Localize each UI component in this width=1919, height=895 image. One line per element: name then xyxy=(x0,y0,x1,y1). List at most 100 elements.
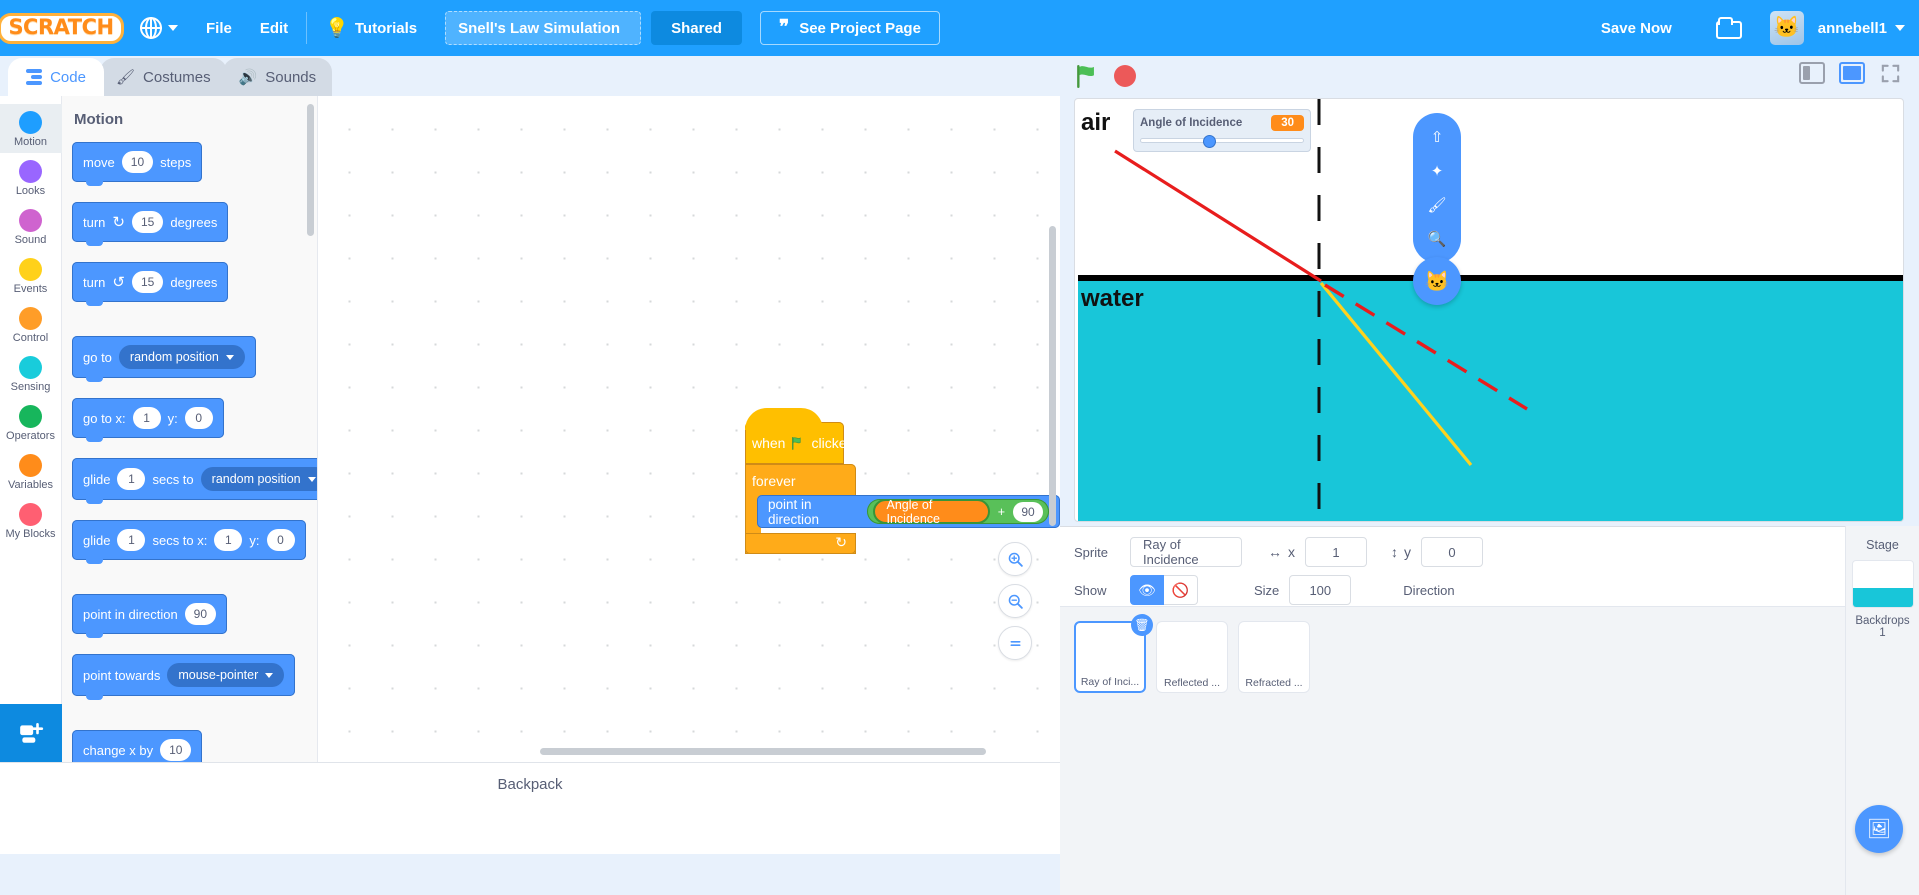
block-input[interactable]: 90 xyxy=(184,603,217,625)
workspace-vertical-scrollbar[interactable] xyxy=(1049,226,1056,526)
sprite-card-ray-of-incidence[interactable]: 🗑 Ray of Inci... xyxy=(1074,614,1153,693)
paintbrush-icon: 🖌 xyxy=(116,68,136,86)
small-stage-layout-icon[interactable] xyxy=(1799,62,1825,84)
menu-file[interactable]: File xyxy=(192,0,246,56)
palette-block-point-in-direction[interactable]: point in direction 90 xyxy=(72,594,228,638)
palette-block-change-x-by[interactable]: change x by 10 xyxy=(72,730,203,762)
eye-slash-icon[interactable]: 🚫 xyxy=(1164,575,1198,605)
palette-block-turn-left[interactable]: turn ↺ 15 degrees xyxy=(72,262,229,306)
tab-code[interactable]: Code xyxy=(8,58,104,96)
block-input[interactable]: 15 xyxy=(131,271,164,293)
zoom-reset-icon[interactable] xyxy=(998,626,1032,660)
operator-add-block[interactable]: Angle of Incidence + 90 xyxy=(867,498,1049,526)
block-category-list: Motion Looks Sound Events Control Sensin… xyxy=(0,96,62,762)
x-input[interactable]: 1 xyxy=(1305,537,1367,567)
palette-block-point-towards[interactable]: point towards mouse-pointer xyxy=(72,654,296,700)
stage-canvas[interactable]: air water Angle of Incidence 30 xyxy=(1074,98,1904,522)
palette-block-glide-to[interactable]: glide 1 secs to random position xyxy=(72,458,317,504)
script-block-point-in-direction[interactable]: point in direction Angle of Incidence + … xyxy=(757,495,1060,528)
paint-sprite-icon[interactable]: 🖌 xyxy=(1422,190,1452,220)
stage-thumbnail[interactable] xyxy=(1851,560,1914,608)
category-events[interactable]: Events xyxy=(0,251,62,300)
share-button[interactable]: Shared xyxy=(651,11,742,45)
add-extension-button[interactable] xyxy=(0,704,62,762)
palette-block-move[interactable]: move 10 steps xyxy=(72,142,203,186)
script-workspace[interactable]: when clicked forever ↻ point in directio… xyxy=(318,96,1060,762)
menu-edit[interactable]: Edit xyxy=(246,0,302,56)
surprise-sprite-icon[interactable]: ✦ xyxy=(1422,156,1452,186)
block-input[interactable]: 1 xyxy=(117,529,146,551)
speaker-icon: 🔊 xyxy=(238,68,258,86)
category-variables[interactable]: Variables xyxy=(0,447,62,496)
script-block-when-flag-clicked[interactable]: when clicked xyxy=(745,408,854,464)
category-operators[interactable]: Operators xyxy=(0,398,62,447)
language-selector[interactable] xyxy=(126,0,192,56)
category-sensing[interactable]: Sensing xyxy=(0,349,62,398)
block-palette[interactable]: Motion move 10 steps turn ↻ 15 degrees t… xyxy=(62,96,318,762)
category-control[interactable]: Control xyxy=(0,300,62,349)
block-input[interactable]: 15 xyxy=(131,211,164,233)
palette-scrollbar[interactable] xyxy=(307,104,314,236)
block-dropdown[interactable]: random position xyxy=(200,467,317,491)
code-area: Motion Looks Sound Events Control Sensin… xyxy=(0,96,1060,762)
tab-costumes[interactable]: 🖌 Costumes xyxy=(100,58,227,96)
folder-icon[interactable] xyxy=(1715,17,1742,39)
block-text: go to x: xyxy=(83,410,126,426)
eye-icon[interactable]: 👁 xyxy=(1130,575,1164,605)
zoom-out-icon[interactable] xyxy=(998,584,1032,618)
y-input[interactable]: 0 xyxy=(1421,537,1483,567)
sprite-name-input[interactable]: Ray of Incidence xyxy=(1130,537,1242,567)
palette-block-go-to-xy[interactable]: go to x: 1 y: 0 xyxy=(72,398,224,442)
category-my-blocks[interactable]: My Blocks xyxy=(0,496,62,545)
category-label: Looks xyxy=(15,185,46,197)
palette-block-glide-to-xy[interactable]: glide 1 secs to x: 1 y: 0 xyxy=(72,520,306,564)
category-sound[interactable]: Sound xyxy=(0,202,62,251)
stage-header xyxy=(1060,56,1919,96)
backpack-drawer[interactable]: Backpack xyxy=(0,762,1060,854)
palette-block-turn-right[interactable]: turn ↻ 15 degrees xyxy=(72,202,229,246)
block-input[interactable]: 10 xyxy=(121,151,154,173)
variable-monitor-angle-of-incidence[interactable]: Angle of Incidence 30 xyxy=(1133,109,1311,152)
block-dropdown[interactable]: random position xyxy=(118,345,245,369)
size-input[interactable]: 100 xyxy=(1289,575,1352,605)
upload-sprite-icon[interactable]: ⇧ xyxy=(1422,122,1452,152)
chevron-down-icon xyxy=(225,354,234,360)
block-input[interactable]: 1 xyxy=(214,529,243,551)
sprite-list: 🗑 Ray of Inci... Reflected ... Refracted… xyxy=(1060,607,1845,693)
workspace-horizontal-scrollbar[interactable] xyxy=(540,748,986,755)
menu-tutorials[interactable]: 💡 Tutorials xyxy=(311,0,431,56)
operator-operand-input[interactable]: 90 xyxy=(1013,501,1043,522)
category-motion[interactable]: Motion xyxy=(0,104,62,153)
save-now-button[interactable]: Save Now xyxy=(1585,20,1688,37)
palette-block-go-to[interactable]: go to random position xyxy=(72,336,256,382)
block-input[interactable]: 1 xyxy=(132,407,161,429)
green-flag-button[interactable] xyxy=(1074,63,1100,89)
delete-badge-icon[interactable]: 🗑 xyxy=(1131,614,1153,636)
monitor-slider[interactable] xyxy=(1140,135,1304,148)
block-input[interactable]: 1 xyxy=(117,468,146,490)
tab-sounds[interactable]: 🔊 Sounds xyxy=(222,58,333,96)
large-stage-layout-icon[interactable] xyxy=(1839,62,1865,84)
variable-reporter-angle-of-incidence[interactable]: Angle of Incidence xyxy=(873,498,990,526)
search-sprite-icon[interactable]: 🔍 xyxy=(1422,224,1452,254)
category-looks[interactable]: Looks xyxy=(0,153,62,202)
account-menu[interactable]: annebell1 xyxy=(1818,20,1905,37)
block-input[interactable]: 10 xyxy=(160,739,192,761)
sprite-card-refracted[interactable]: Refracted ... xyxy=(1238,621,1310,693)
monitor-slider-knob[interactable] xyxy=(1202,135,1216,148)
block-text: forever xyxy=(752,473,796,489)
stop-button[interactable] xyxy=(1114,65,1136,87)
scratch-logo[interactable]: SCRATCH xyxy=(0,11,124,45)
fullscreen-icon[interactable] xyxy=(1879,62,1903,84)
block-input[interactable]: 0 xyxy=(184,407,213,429)
sprite-info-panel: Sprite Ray of Incidence ↔ x 1 ↕ y 0 Show xyxy=(1060,527,1845,607)
choose-backdrop-button[interactable]: 🖼 xyxy=(1855,805,1903,853)
see-project-page-button[interactable]: ❞ See Project Page xyxy=(759,11,940,45)
project-title-input[interactable] xyxy=(445,11,642,45)
block-dropdown[interactable]: mouse-pointer xyxy=(167,663,285,687)
block-input[interactable]: 0 xyxy=(266,529,295,551)
choose-sprite-button[interactable]: 🐱 xyxy=(1413,257,1461,305)
avatar[interactable]: 🐱 xyxy=(1769,11,1804,45)
zoom-in-icon[interactable] xyxy=(998,542,1032,576)
sprite-card-reflected[interactable]: Reflected ... xyxy=(1156,621,1228,693)
